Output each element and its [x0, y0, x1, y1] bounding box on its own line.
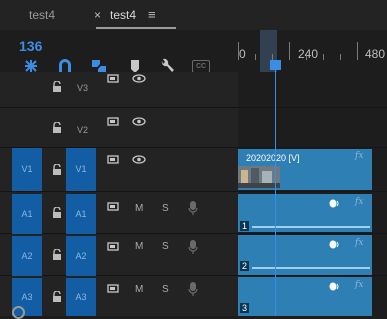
track-label-v2: V2 — [77, 125, 89, 135]
audio-waveform — [252, 226, 370, 228]
ruler-label-480: 480 — [365, 47, 386, 61]
mute-button[interactable]: M — [135, 203, 143, 214]
ruler-tick — [255, 54, 256, 60]
track-v1: V1 V1 20202020 [V] fx — [0, 148, 387, 192]
sync-lock-icon[interactable] — [107, 202, 121, 214]
track-a1: A1 A1 M S fx 1 — [0, 192, 387, 234]
tab-test4-active[interactable]: test4 — [110, 8, 136, 22]
playhead-handle[interactable] — [270, 60, 281, 70]
track-a2: A2 A2 M S fx 2 — [0, 234, 387, 276]
sync-lock-icon[interactable] — [107, 117, 121, 129]
solo-button[interactable]: S — [162, 203, 169, 214]
track-lock-icon[interactable] — [52, 290, 62, 305]
volume-keyframe-icon — [329, 282, 341, 294]
solo-button[interactable]: S — [162, 241, 169, 252]
fx-badge[interactable]: fx — [355, 197, 363, 207]
ruler-label-0: 0 — [239, 47, 246, 61]
ruler-tick — [238, 42, 239, 60]
audio-clip-number: 1 — [240, 221, 250, 231]
sync-lock-icon[interactable] — [107, 242, 121, 254]
volume-keyframe-icon — [329, 199, 341, 211]
ruler-label-240: 240 — [298, 47, 319, 61]
active-tab-underline — [96, 27, 176, 29]
volume-keyframe-icon — [329, 240, 341, 252]
video-clip[interactable]: 20202020 [V] fx — [238, 149, 372, 190]
track-v3: V3 — [0, 72, 387, 108]
fx-badge[interactable]: fx — [355, 280, 363, 290]
track-target-a1[interactable]: A1 — [66, 194, 96, 234]
ruler-tick — [306, 54, 307, 60]
video-clip-title: 20202020 [V] — [246, 153, 300, 163]
ruler-tick — [340, 54, 341, 60]
track-target-a2[interactable]: A2 — [66, 236, 96, 276]
audio-clip-number: 3 — [240, 303, 250, 313]
sync-lock-icon[interactable] — [107, 284, 121, 296]
playhead-line[interactable] — [275, 70, 276, 316]
fx-badge[interactable]: fx — [355, 151, 363, 161]
panel-menu-icon[interactable]: ≡ — [148, 7, 156, 22]
mute-button[interactable]: M — [135, 241, 143, 252]
tab-bar — [0, 0, 387, 30]
audio-clip[interactable]: fx 1 — [238, 194, 372, 232]
track-target-a3[interactable]: A3 — [66, 278, 96, 316]
mute-button[interactable]: M — [135, 284, 143, 295]
voice-over-record-icon[interactable] — [188, 281, 198, 300]
audio-clip-number: 2 — [240, 261, 250, 271]
tab-test4-inactive[interactable]: test4 — [29, 8, 55, 22]
source-patch-a1[interactable]: A1 — [12, 194, 42, 234]
ruler-tick — [357, 42, 358, 60]
audio-clip[interactable]: fx 3 — [238, 277, 372, 316]
track-v2: V2 — [0, 108, 387, 148]
track-label-v3: V3 — [77, 83, 89, 93]
playhead-timecode[interactable]: 136 — [19, 38, 42, 54]
track-lock-icon[interactable] — [52, 206, 62, 221]
fx-badge[interactable]: fx — [355, 238, 363, 248]
track-lock-icon[interactable] — [52, 121, 62, 136]
source-patch-v1[interactable]: V1 — [12, 148, 42, 191]
ruler-tick — [289, 42, 290, 60]
toggle-output-eye-icon[interactable] — [132, 74, 146, 86]
track-lock-icon[interactable] — [52, 248, 62, 263]
toggle-output-eye-icon[interactable] — [132, 155, 146, 167]
sync-lock-icon[interactable] — [107, 155, 121, 167]
voice-over-record-icon[interactable] — [188, 200, 198, 219]
track-lock-icon[interactable] — [52, 80, 62, 95]
tab-close-icon[interactable]: × — [94, 8, 101, 22]
track-target-v1[interactable]: V1 — [66, 148, 96, 191]
video-thumbnail — [238, 166, 280, 188]
solo-button[interactable]: S — [162, 284, 169, 295]
audio-waveform — [252, 267, 370, 269]
audio-clip[interactable]: fx 2 — [238, 235, 372, 275]
voice-over-record-icon[interactable] — [188, 239, 198, 258]
sync-lock-icon[interactable] — [107, 74, 121, 86]
source-patch-a2[interactable]: A2 — [12, 236, 42, 276]
zoom-scroll-handle[interactable] — [12, 306, 25, 319]
track-a3: A3 A3 M S fx 3 — [0, 276, 387, 316]
ruler-tick — [323, 54, 324, 60]
toggle-output-eye-icon[interactable] — [132, 117, 146, 129]
track-lock-icon[interactable] — [52, 163, 62, 178]
